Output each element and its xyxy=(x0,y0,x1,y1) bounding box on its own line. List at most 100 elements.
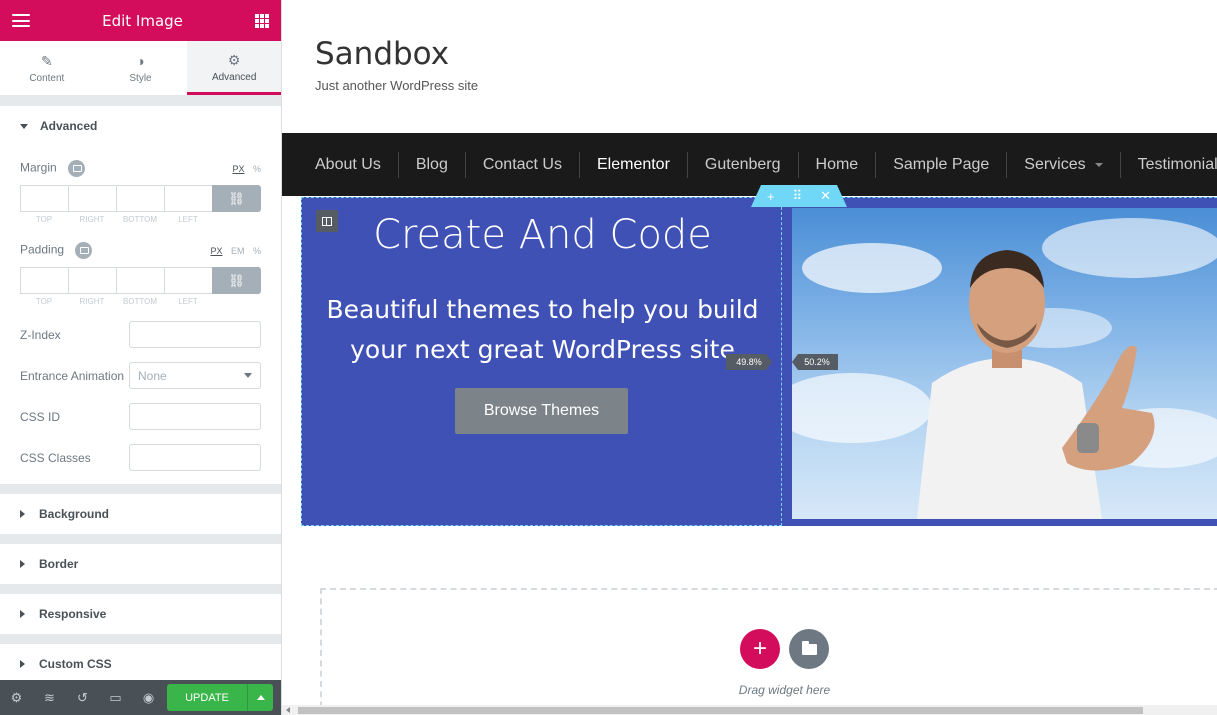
chevron-down-icon xyxy=(244,373,252,378)
dim-label-bottom: BOTTOM xyxy=(122,215,158,224)
section-divider xyxy=(0,634,281,644)
scrollbar-thumb[interactable] xyxy=(298,707,1143,714)
padding-control: Padding PX EM % xyxy=(20,242,261,259)
layers-icon[interactable]: ≋ xyxy=(33,680,66,715)
section-title: Background xyxy=(39,507,110,521)
css-classes-label: CSS Classes xyxy=(20,450,91,465)
margin-right-input[interactable] xyxy=(68,185,116,212)
link-values-icon[interactable]: ⛓ xyxy=(212,267,261,294)
hero-left-column[interactable]: Create And Code Beautiful themes to help… xyxy=(301,197,782,526)
chevron-up-icon xyxy=(256,695,265,700)
dim-label-right: RIGHT xyxy=(79,215,105,224)
margin-bottom-input[interactable] xyxy=(116,185,164,212)
padding-unit-px[interactable]: PX xyxy=(210,246,222,256)
padding-left-input[interactable] xyxy=(164,267,212,294)
section-title: Border xyxy=(39,557,79,571)
responsive-icon[interactable]: ▭ xyxy=(99,680,132,715)
update-button[interactable]: UPDATE xyxy=(167,684,247,711)
nav-item-about-us[interactable]: About Us xyxy=(298,151,399,178)
z-index-label: Z-Index xyxy=(20,327,61,342)
section-title: Advanced xyxy=(40,119,98,133)
tab-label: Advanced xyxy=(211,71,257,83)
nav-item-contact-us[interactable]: Contact Us xyxy=(466,151,580,178)
link-values-icon[interactable]: ⛓ xyxy=(212,185,261,212)
margin-unit-px[interactable]: PX xyxy=(232,164,244,174)
padding-dim-labels: TOP RIGHT BOTTOM LEFT xyxy=(20,297,261,306)
close-icon[interactable]: ✕ xyxy=(820,188,831,204)
column-width-right[interactable]: 50.2% xyxy=(792,354,838,370)
section-advanced-toggle[interactable]: Advanced xyxy=(0,106,281,146)
hero-heading: Create And Code xyxy=(373,212,712,258)
nav-item-sample-page[interactable]: Sample Page xyxy=(876,151,1008,178)
hero-image[interactable] xyxy=(792,208,1217,519)
history-icon[interactable]: ↺ xyxy=(66,680,99,715)
section-handle[interactable]: + ⠿ ✕ xyxy=(751,185,847,207)
css-classes-control: CSS Classes xyxy=(20,437,261,478)
site-title[interactable]: Sandbox xyxy=(315,36,449,72)
main-nav: About Us Blog Contact Us Elementor Guten… xyxy=(282,133,1217,196)
css-id-control: CSS ID xyxy=(20,396,261,437)
man-thumbs-up-photo xyxy=(792,218,1217,519)
browse-themes-button[interactable]: Browse Themes xyxy=(455,388,628,434)
margin-dim-labels: TOP RIGHT BOTTOM LEFT xyxy=(20,215,261,224)
desktop-device-icon[interactable] xyxy=(68,160,86,177)
editor-panel: Edit Image ✎ Content ◑ Style ⚙ Advanced … xyxy=(0,0,282,715)
nav-item-testimonials[interactable]: Testimonials xyxy=(1121,152,1217,178)
section-background-toggle[interactable]: Background xyxy=(0,494,281,534)
hero-right-column[interactable] xyxy=(782,197,1217,526)
padding-bottom-input[interactable] xyxy=(116,267,164,294)
tab-advanced[interactable]: ⚙ Advanced xyxy=(187,41,281,95)
section-title: Responsive xyxy=(39,607,107,621)
section-responsive-toggle[interactable]: Responsive xyxy=(0,594,281,634)
nav-item-blog[interactable]: Blog xyxy=(399,151,466,178)
widgets-grid-icon[interactable] xyxy=(254,13,269,28)
add-section-button[interactable]: + xyxy=(740,629,780,669)
half-circle-icon: ◑ xyxy=(136,53,145,69)
padding-right-input[interactable] xyxy=(68,267,116,294)
menu-icon[interactable] xyxy=(12,14,30,27)
add-section-icon[interactable]: + xyxy=(767,189,775,204)
z-index-input[interactable] xyxy=(129,321,261,348)
dim-label-bottom: BOTTOM xyxy=(122,297,158,306)
nav-item-services[interactable]: Services xyxy=(1007,151,1121,178)
panel-footer: ⚙ ≋ ↺ ▭ ◉ UPDATE xyxy=(0,680,281,715)
horizontal-scrollbar[interactable] xyxy=(282,705,1217,715)
drag-handle-icon[interactable]: ⠿ xyxy=(793,188,803,204)
folder-icon xyxy=(801,640,817,655)
desktop-device-icon[interactable] xyxy=(75,242,93,259)
css-id-input[interactable] xyxy=(129,403,261,430)
padding-top-input[interactable] xyxy=(20,267,68,294)
preview-icon[interactable]: ◉ xyxy=(132,680,165,715)
update-options-button[interactable] xyxy=(247,684,273,711)
column-width-left[interactable]: 49.8% xyxy=(726,354,772,370)
padding-units: PX EM % xyxy=(204,246,261,256)
advanced-controls: Margin PX % ⛓ TOP RIGHT BOTTOM LEFT Padd… xyxy=(0,146,281,484)
section-divider xyxy=(0,484,281,494)
margin-left-input[interactable] xyxy=(164,185,212,212)
section-border-toggle[interactable]: Border xyxy=(0,544,281,584)
nav-item-elementor[interactable]: Elementor xyxy=(580,151,688,178)
gear-icon: ⚙ xyxy=(227,51,241,68)
tab-style[interactable]: ◑ Style xyxy=(94,41,188,95)
padding-unit-percent[interactable]: % xyxy=(253,246,261,256)
site-tagline: Just another WordPress site xyxy=(315,78,479,93)
elementor-editor: Edit Image ✎ Content ◑ Style ⚙ Advanced … xyxy=(0,0,1217,715)
scroll-left-icon[interactable] xyxy=(286,707,290,713)
section-custom-css-toggle[interactable]: Custom CSS xyxy=(0,644,281,684)
margin-top-input[interactable] xyxy=(20,185,68,212)
padding-unit-em[interactable]: EM xyxy=(231,246,245,256)
add-template-button[interactable] xyxy=(789,629,829,669)
section-divider xyxy=(0,584,281,594)
nav-item-gutenberg[interactable]: Gutenberg xyxy=(688,151,799,178)
drag-widget-text: Drag widget here xyxy=(738,683,831,697)
panel-tabs: ✎ Content ◑ Style ⚙ Advanced xyxy=(0,41,281,96)
caret-right-icon xyxy=(20,660,25,668)
tab-content[interactable]: ✎ Content xyxy=(0,41,94,95)
css-classes-input[interactable] xyxy=(129,444,261,471)
caret-right-icon xyxy=(20,510,25,518)
dim-label-top: TOP xyxy=(35,215,53,224)
settings-icon[interactable]: ⚙ xyxy=(0,680,33,715)
nav-item-home[interactable]: Home xyxy=(799,151,877,178)
margin-unit-percent[interactable]: % xyxy=(253,164,261,174)
entrance-animation-select[interactable]: None xyxy=(129,362,261,389)
